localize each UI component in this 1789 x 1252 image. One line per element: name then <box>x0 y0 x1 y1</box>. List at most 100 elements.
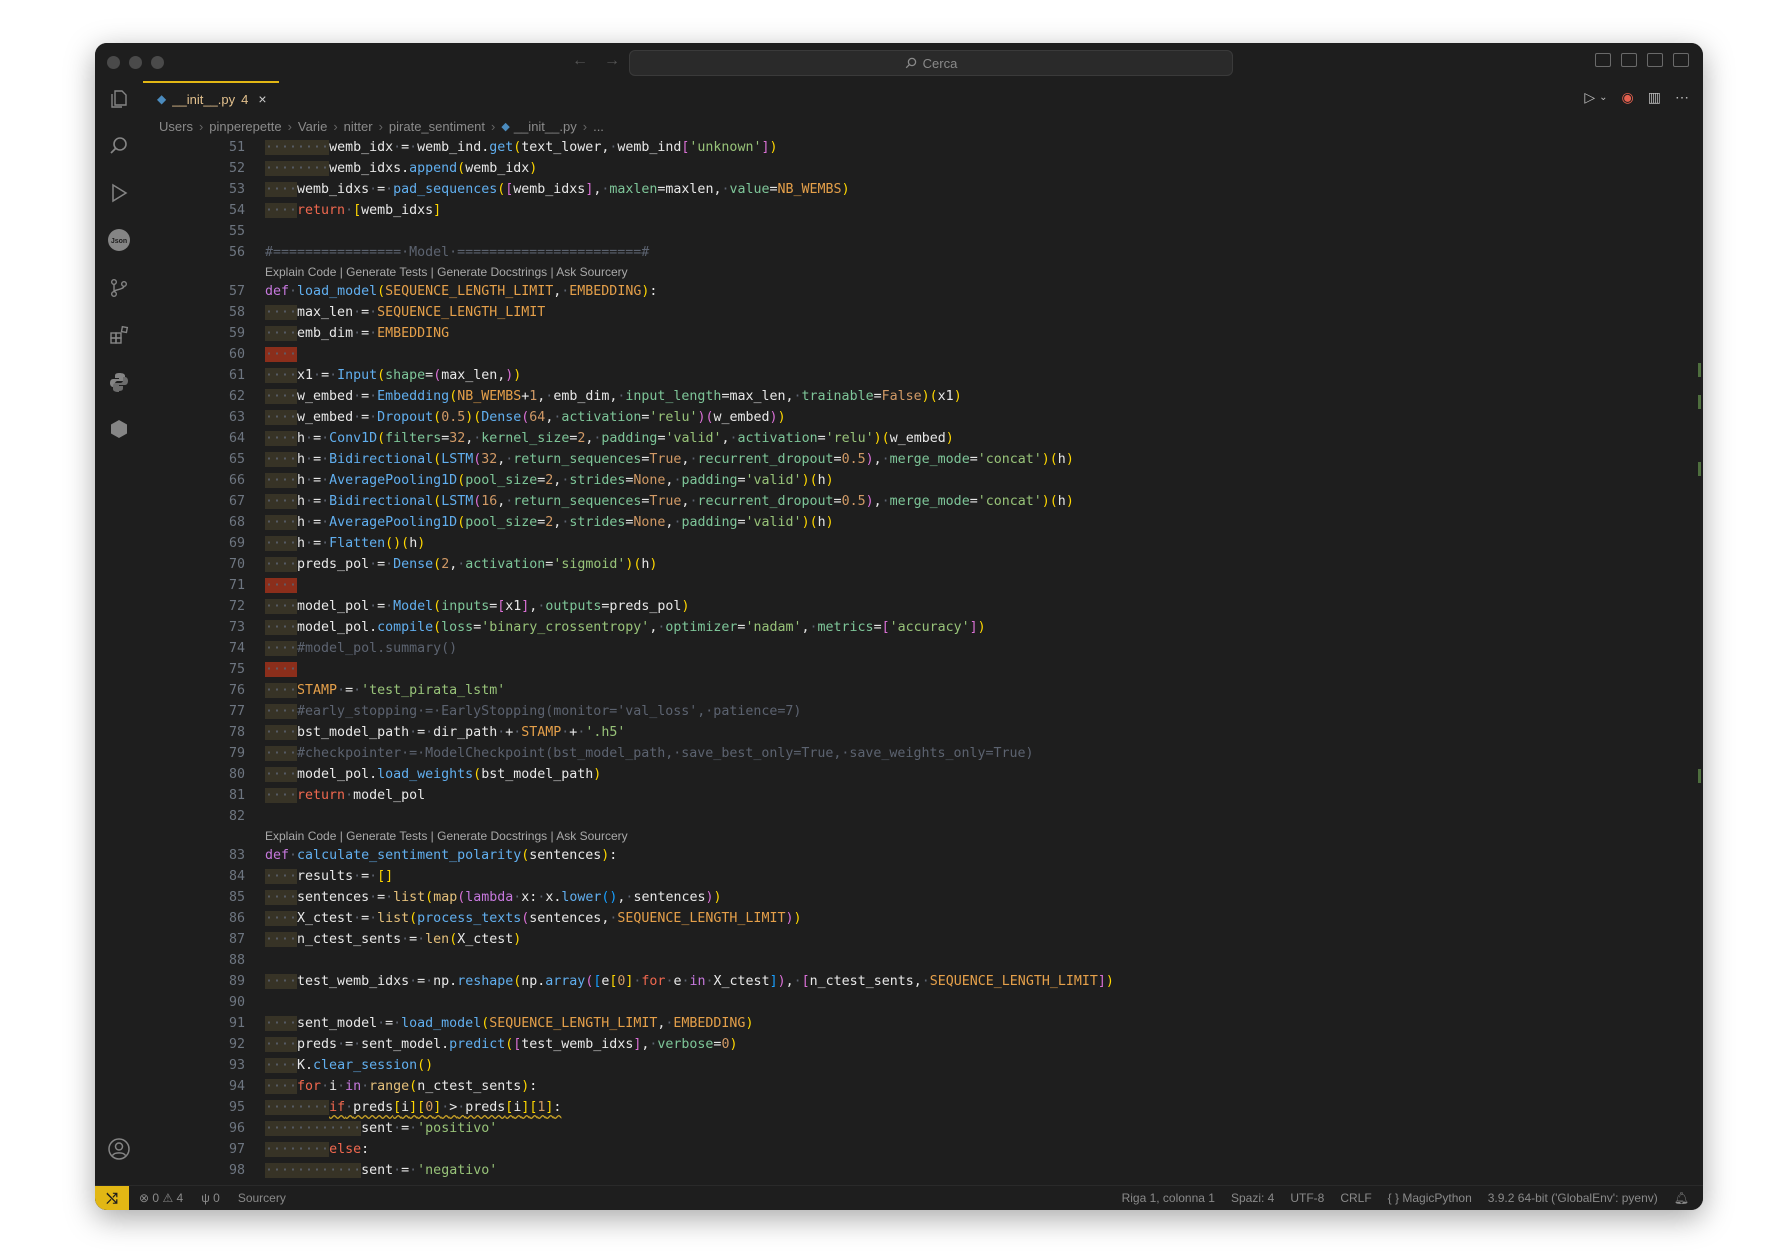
github-copilot-icon[interactable]: ◉ <box>1622 89 1634 106</box>
code-line[interactable]: 84 ····results·=·[] <box>143 866 1703 887</box>
code-line[interactable]: 71 ···· <box>143 575 1703 596</box>
breadcrumb-item[interactable]: pirate_sentiment <box>389 119 485 134</box>
hexagon-icon[interactable] <box>105 415 133 443</box>
code-line[interactable]: 79 ····#checkpointer·=·ModelCheckpoint(bs… <box>143 743 1703 764</box>
breadcrumb-item[interactable]: pinperepette <box>209 119 281 134</box>
split-editor-icon[interactable]: ▥ <box>1648 89 1661 106</box>
code-line[interactable]: 94 ····for·i·in·range(n_ctest_sents): <box>143 1076 1703 1097</box>
code-line[interactable]: 91 ····sent_model·=·load_model(SEQUENCE_L… <box>143 1013 1703 1034</box>
code-line[interactable]: 80 ····model_pol.load_weights(bst_model_p… <box>143 764 1703 785</box>
line-number: 62 <box>228 389 245 404</box>
code-line[interactable]: 95 ········if·preds[i][0]·>·preds[i][1]: <box>143 1097 1703 1118</box>
sourcery-status[interactable]: Sourcery <box>238 1191 286 1205</box>
cursor-position[interactable]: Riga 1, colonna 1 <box>1122 1191 1215 1205</box>
run-debug-icon[interactable] <box>105 179 133 207</box>
code-line[interactable]: 98 ············sent·=·'negativo' <box>143 1160 1703 1181</box>
code-line[interactable]: 67 ····h·=·Bidirectional(LSTM(16,·return_… <box>143 491 1703 512</box>
run-python-file-icon[interactable]: ▷ <box>1584 89 1595 106</box>
extensions-icon[interactable] <box>105 321 133 349</box>
forward-arrow-icon[interactable]: → <box>604 52 620 70</box>
code-line[interactable]: 78 ····bst_model_path·=·dir_path·+·STAMP·… <box>143 722 1703 743</box>
remote-indicator-icon[interactable]: ⤭ <box>95 1186 129 1210</box>
json-icon[interactable]: Json <box>105 226 133 254</box>
line-text: ····return·model_pol <box>265 788 426 803</box>
code-line[interactable]: 86 ····X_ctest·=·list(process_texts(sente… <box>143 908 1703 929</box>
toggle-sidebar-icon[interactable] <box>1595 53 1611 67</box>
close-tab-icon[interactable]: × <box>258 91 266 107</box>
toggle-secondary-sidebar-icon[interactable] <box>1647 53 1663 67</box>
codelens-actions[interactable]: Explain Code | Generate Tests | Generate… <box>143 263 1703 281</box>
breadcrumb-item[interactable]: __init__.py <box>514 119 577 134</box>
code-line[interactable]: 57 def·load_model(SEQUENCE_LENGTH_LIMIT,·… <box>143 281 1703 302</box>
python-interpreter[interactable]: 3.9.2 64-bit ('GlobalEnv': pyenv) <box>1488 1191 1658 1205</box>
tab-init-py[interactable]: ◆ __init__.py 4 × <box>143 81 279 115</box>
chevron-down-icon[interactable]: ⌄ <box>1599 92 1607 103</box>
files-icon[interactable] <box>105 85 133 113</box>
breadcrumb-item[interactable]: nitter <box>344 119 373 134</box>
code-line[interactable]: 63 ····w_embed·=·Dropout(0.5)(Dense(64,·a… <box>143 407 1703 428</box>
ports-indicator[interactable]: ψ 0 <box>201 1191 220 1205</box>
line-number: 74 <box>228 641 245 656</box>
command-center-search[interactable]: Cerca <box>629 50 1233 76</box>
code-line[interactable]: 55 <box>143 221 1703 242</box>
code-line[interactable]: 58 ····max_len·=·SEQUENCE_LENGTH_LIMIT <box>143 302 1703 323</box>
language-mode[interactable]: { } MagicPython <box>1388 1191 1472 1205</box>
code-line[interactable]: 92 ····preds·=·sent_model.predict([test_w… <box>143 1034 1703 1055</box>
code-line[interactable]: 88 <box>143 950 1703 971</box>
toggle-panel-icon[interactable] <box>1621 53 1637 67</box>
customize-layout-icon[interactable] <box>1673 53 1689 67</box>
code-line[interactable]: 97 ········else: <box>143 1139 1703 1160</box>
breadcrumb-item[interactable]: Varie <box>298 119 327 134</box>
code-line[interactable]: 54 ····return·[wemb_idxs] <box>143 200 1703 221</box>
minimize-window-button[interactable] <box>129 56 142 69</box>
code-line[interactable]: 87 ····n_ctest_sents·=·len(X_ctest) <box>143 929 1703 950</box>
code-line[interactable]: 82 <box>143 806 1703 827</box>
zoom-window-button[interactable] <box>151 56 164 69</box>
problems-indicator[interactable]: ⊗ 0 ⚠ 4 <box>139 1191 183 1205</box>
code-line[interactable]: 61 ····x1·=·Input(shape=(max_len,)) <box>143 365 1703 386</box>
code-line[interactable]: 74 ····#model_pol.summary() <box>143 638 1703 659</box>
code-line[interactable]: 65 ····h·=·Bidirectional(LSTM(32,·return_… <box>143 449 1703 470</box>
account-icon[interactable] <box>105 1135 133 1163</box>
code-line[interactable]: 81 ····return·model_pol <box>143 785 1703 806</box>
code-line[interactable]: 77 ····#early_stopping·=·EarlyStopping(mo… <box>143 701 1703 722</box>
code-line[interactable]: 72 ····model_pol·=·Model(inputs=[x1],·out… <box>143 596 1703 617</box>
code-line[interactable]: 66 ····h·=·AveragePooling1D(pool_size=2,·… <box>143 470 1703 491</box>
code-editor[interactable]: 51 ········wemb_idx·=·wemb_ind.get(text_l… <box>143 137 1703 1186</box>
python-icon[interactable] <box>105 368 133 396</box>
code-line[interactable]: 96 ············sent·=·'positivo' <box>143 1118 1703 1139</box>
code-line[interactable]: 59 ····emb_dim·=·EMBEDDING <box>143 323 1703 344</box>
encoding[interactable]: UTF-8 <box>1290 1191 1324 1205</box>
code-line[interactable]: 73 ····model_pol.compile(loss='binary_cro… <box>143 617 1703 638</box>
breadcrumb-item[interactable]: ... <box>593 119 604 134</box>
breadcrumb-item[interactable]: Users <box>159 119 193 134</box>
code-line[interactable]: 68 ····h·=·AveragePooling1D(pool_size=2,·… <box>143 512 1703 533</box>
code-line[interactable]: 93 ····K.clear_session() <box>143 1055 1703 1076</box>
code-line[interactable]: 90 <box>143 992 1703 1013</box>
code-line[interactable]: 89 ····test_wemb_idxs·=·np.reshape(np.arr… <box>143 971 1703 992</box>
notifications-bell-icon[interactable]: 🔔︎ <box>1674 1191 1689 1205</box>
code-line[interactable]: 83 def·calculate_sentiment_polarity(sente… <box>143 845 1703 866</box>
codelens-actions[interactable]: Explain Code | Generate Tests | Generate… <box>143 827 1703 845</box>
code-line[interactable]: 60 ···· <box>143 344 1703 365</box>
search-icon[interactable] <box>105 132 133 160</box>
code-line[interactable]: 56 #================·Model·==============… <box>143 242 1703 263</box>
code-line[interactable]: 62 ····w_embed·=·Embedding(NB_WEMBS+1,·em… <box>143 386 1703 407</box>
code-line[interactable]: 70 ····preds_pol·=·Dense(2,·activation='s… <box>143 554 1703 575</box>
line-text: ········if·preds[i][0]·>·preds[i][1]: <box>265 1100 562 1115</box>
indentation[interactable]: Spazi: 4 <box>1231 1191 1274 1205</box>
code-line[interactable]: 64 ····h·=·Conv1D(filters=32,·kernel_size… <box>143 428 1703 449</box>
code-line[interactable]: 76 ····STAMP·=·'test_pirata_lstm' <box>143 680 1703 701</box>
code-line[interactable]: 75 ···· <box>143 659 1703 680</box>
source-control-icon[interactable] <box>105 274 133 302</box>
close-window-button[interactable] <box>107 56 120 69</box>
code-line[interactable]: 69 ····h·=·Flatten()(h) <box>143 533 1703 554</box>
more-actions-icon[interactable]: ⋯ <box>1675 89 1689 106</box>
code-line[interactable]: 53 ····wemb_idxs·=·pad_sequences([wemb_id… <box>143 179 1703 200</box>
overview-ruler[interactable] <box>1697 137 1703 1186</box>
code-line[interactable]: 52 ········wemb_idxs.append(wemb_idx) <box>143 158 1703 179</box>
code-line[interactable]: 85 ····sentences·=·list(map(lambda·x:·x.l… <box>143 887 1703 908</box>
back-arrow-icon[interactable]: ← <box>572 52 588 70</box>
code-line[interactable]: 51 ········wemb_idx·=·wemb_ind.get(text_l… <box>143 137 1703 158</box>
end-of-line[interactable]: CRLF <box>1340 1191 1371 1205</box>
